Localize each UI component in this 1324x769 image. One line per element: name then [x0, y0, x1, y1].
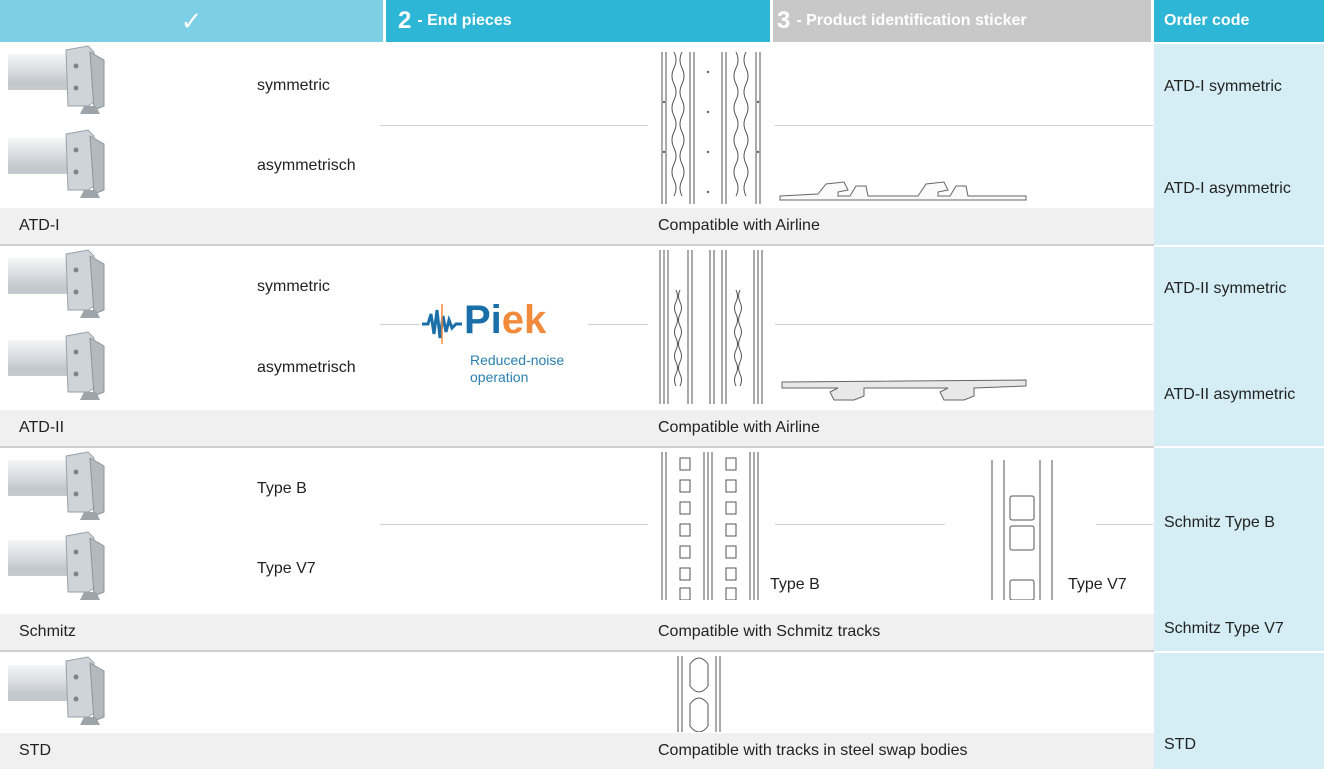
order-code-atd1-asym: ATD-I asymmetric: [1164, 180, 1291, 197]
group-name: ATD-I: [19, 217, 60, 234]
airline-profile-drawing: [779, 181, 1027, 201]
group-name: STD: [19, 742, 51, 759]
order-code-atd1-sym: ATD-I symmetric: [1164, 78, 1282, 95]
variant-label: Type B: [257, 480, 307, 497]
group-bar-schmitz: Schmitz Compatible with Schmitz tracks: [0, 614, 1154, 650]
divider-line: [588, 324, 648, 325]
group-bar-std: STD Compatible with tracks in steel swap…: [0, 733, 1154, 769]
header-order-code-label: Order code: [1164, 12, 1250, 29]
variant-label: Type V7: [257, 560, 316, 577]
end-piece-photo: [8, 128, 108, 198]
divider-line: [775, 524, 945, 525]
header-sticker-label: - Product identification sticker: [796, 12, 1027, 29]
divider-line: [380, 125, 648, 126]
divider-line: [380, 524, 648, 525]
steel-track-drawing: [677, 656, 721, 732]
header-sticker: 3 - Product identification sticker: [773, 0, 1151, 42]
header-check-column: ✓: [0, 0, 383, 42]
drawing-label-type-b: Type B: [770, 576, 820, 593]
divider-line: [380, 324, 420, 325]
divider-line: [775, 125, 1153, 126]
order-code-schmitz-b: Schmitz Type B: [1164, 514, 1275, 531]
variant-label: symmetric: [257, 278, 330, 295]
piek-tagline-line: Reduced-noise: [470, 352, 565, 368]
compatibility-text: Compatible with Schmitz tracks: [658, 623, 881, 640]
end-piece-photo: [8, 44, 108, 114]
piek-tagline-line: operation: [470, 369, 529, 385]
header-end-pieces-number: 2: [398, 7, 412, 34]
piek-wordmark: Piek: [464, 298, 546, 343]
airline-track-drawing: [661, 52, 761, 204]
group-bar-atd2: ATD-II Compatible with Airline: [0, 410, 1154, 446]
drawing-label-type-v7: Type V7: [1068, 576, 1127, 593]
order-code-column: ATD-I symmetric ATD-I asymmetric ATD-II …: [1154, 44, 1324, 769]
end-piece-photo: [8, 330, 108, 400]
end-piece-photo: [8, 655, 108, 725]
piek-wordmark-part: ek: [501, 298, 547, 342]
order-code-schmitz-v7: Schmitz Type V7: [1164, 620, 1284, 637]
group-name: ATD-II: [19, 419, 65, 436]
order-separator: [1154, 651, 1324, 653]
variant-label: asymmetrisch: [257, 359, 356, 376]
piek-wave-icon: [422, 304, 462, 344]
divider-line: [1096, 524, 1153, 525]
end-piece-photo: [8, 530, 108, 600]
airline-track-drawing: [659, 250, 763, 404]
compatibility-text: Compatible with Airline: [658, 217, 820, 234]
variant-label: asymmetrisch: [257, 157, 356, 174]
order-separator: [1154, 245, 1324, 247]
piek-logo: Piek Reduced-noise operation: [422, 298, 582, 392]
check-mark: ✓: [180, 5, 203, 36]
airline-profile-drawing: [781, 379, 1027, 401]
header-sticker-number: 3: [777, 7, 791, 34]
header-order-code: Order code: [1154, 0, 1324, 42]
group-separator: [0, 650, 1154, 652]
piek-wordmark-part: Pi: [464, 298, 502, 342]
variant-label: symmetric: [257, 77, 330, 94]
order-code-atd2-sym: ATD-II symmetric: [1164, 280, 1287, 297]
schmitz-type-b-track-drawing: [661, 452, 759, 600]
divider-line: [775, 324, 1153, 325]
group-separator: [0, 244, 1154, 246]
group-name: Schmitz: [19, 623, 76, 640]
end-piece-photo: [8, 248, 108, 318]
header-end-pieces-label: - End pieces: [417, 12, 512, 29]
piek-tagline: Reduced-noise operation: [470, 352, 564, 386]
order-separator: [1154, 446, 1324, 448]
schmitz-type-v7-track-drawing: [991, 460, 1053, 600]
compatibility-text: Compatible with Airline: [658, 419, 820, 436]
order-code-atd2-asym: ATD-II asymmetric: [1164, 386, 1296, 403]
group-bar-atd1: ATD-I Compatible with Airline: [0, 208, 1154, 244]
header-end-pieces: 2 - End pieces: [386, 0, 770, 42]
group-separator: [0, 446, 1154, 448]
order-code-std: STD: [1164, 736, 1196, 753]
end-piece-photo: [8, 450, 108, 520]
compatibility-text: Compatible with tracks in steel swap bod…: [658, 742, 968, 759]
